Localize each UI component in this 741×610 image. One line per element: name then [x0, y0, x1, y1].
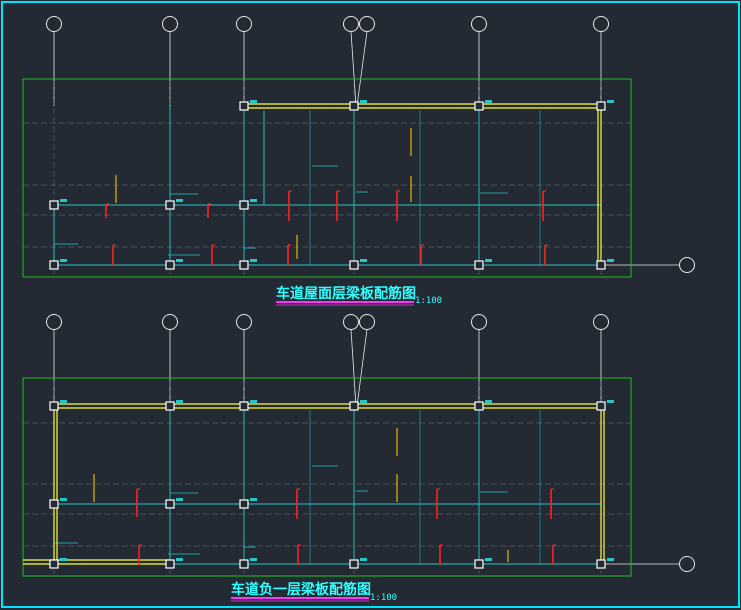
column — [596, 559, 606, 569]
column-tag — [607, 259, 614, 262]
column-tag — [360, 259, 367, 262]
secondary-beams — [53, 106, 601, 266]
axis-bubble — [679, 257, 695, 273]
column — [474, 559, 484, 569]
rebar-marks — [105, 128, 548, 265]
column-tag — [360, 400, 367, 403]
column — [165, 401, 175, 411]
column — [49, 260, 59, 270]
column — [349, 401, 359, 411]
column — [349, 559, 359, 569]
axis-bubble — [471, 314, 487, 330]
column-tag — [250, 259, 257, 262]
axis-bubble — [343, 314, 359, 330]
secondary-beams — [54, 406, 601, 565]
axis-leader — [356, 31, 368, 107]
axis-bubble — [359, 16, 375, 32]
axis-bubbles — [46, 314, 695, 572]
column — [239, 260, 249, 270]
column — [165, 499, 175, 509]
column — [474, 101, 484, 111]
drawing-frame — [1, 1, 740, 608]
column-tag — [250, 400, 257, 403]
column — [474, 401, 484, 411]
axis-bubble — [359, 314, 375, 330]
column-tag — [176, 259, 183, 262]
column — [596, 260, 606, 270]
axis-bubble — [343, 16, 359, 32]
column-tag — [60, 199, 67, 202]
axis-leader — [350, 329, 357, 407]
rebar-marks — [93, 428, 556, 565]
axis-bubble — [162, 314, 178, 330]
axis-bubble — [236, 16, 252, 32]
column — [596, 101, 606, 111]
column-tag — [485, 259, 492, 262]
column-tag — [360, 100, 367, 103]
column-tag — [485, 400, 492, 403]
axis-bubble — [236, 314, 252, 330]
column-tag — [607, 100, 614, 103]
column-tag — [60, 400, 67, 403]
column-tag — [60, 259, 67, 262]
column-tag — [176, 400, 183, 403]
plan-basement-1: 车道负一层梁板配筋图 1:100 — [22, 314, 695, 603]
column-tag — [250, 558, 257, 561]
axis-bubble — [593, 314, 609, 330]
column — [239, 101, 249, 111]
column — [49, 559, 59, 569]
column-tag — [60, 498, 67, 501]
column — [474, 260, 484, 270]
column-tag — [607, 558, 614, 561]
plan-title: 车道屋面层梁板配筋图 — [276, 285, 416, 302]
column — [49, 200, 59, 210]
axis-bubbles — [46, 16, 695, 273]
plan-roof: 车道屋面层梁板配筋图 1:100 — [22, 16, 695, 306]
column — [349, 260, 359, 270]
column-tag — [360, 558, 367, 561]
axis-bubble — [679, 556, 695, 572]
columns — [49, 100, 614, 270]
cad-canvas[interactable]: 车道屋面层梁板配筋图 1:100 车道负一层梁板配筋图 1:100 — [0, 0, 741, 610]
cad-drawing: 车道屋面层梁板配筋图 1:100 车道负一层梁板配筋图 1:100 — [1, 1, 740, 608]
column-tag — [485, 558, 492, 561]
column — [239, 559, 249, 569]
column-tag — [176, 199, 183, 202]
column — [49, 401, 59, 411]
column-tag — [485, 100, 492, 103]
column-tag — [60, 558, 67, 561]
column — [165, 559, 175, 569]
column — [349, 101, 359, 111]
axis-bubble — [593, 16, 609, 32]
column — [239, 499, 249, 509]
column-tag — [176, 498, 183, 501]
column-tag — [176, 558, 183, 561]
plan-scale: 1:100 — [370, 593, 397, 603]
column — [49, 499, 59, 509]
plan-title: 车道负一层梁板配筋图 — [231, 581, 371, 598]
column — [165, 200, 175, 210]
axis-leader — [356, 329, 368, 407]
axis-bubble — [46, 314, 62, 330]
column — [239, 200, 249, 210]
column-tag — [607, 400, 614, 403]
column — [596, 401, 606, 411]
column-tag — [250, 199, 257, 202]
column — [239, 401, 249, 411]
axis-bubble — [471, 16, 487, 32]
column-tag — [250, 100, 257, 103]
axis-bubble — [162, 16, 178, 32]
column-tag — [250, 498, 257, 501]
column — [165, 260, 175, 270]
axis-leader — [350, 31, 357, 107]
axis-bubble — [46, 16, 62, 32]
plan-scale: 1:100 — [415, 296, 442, 306]
